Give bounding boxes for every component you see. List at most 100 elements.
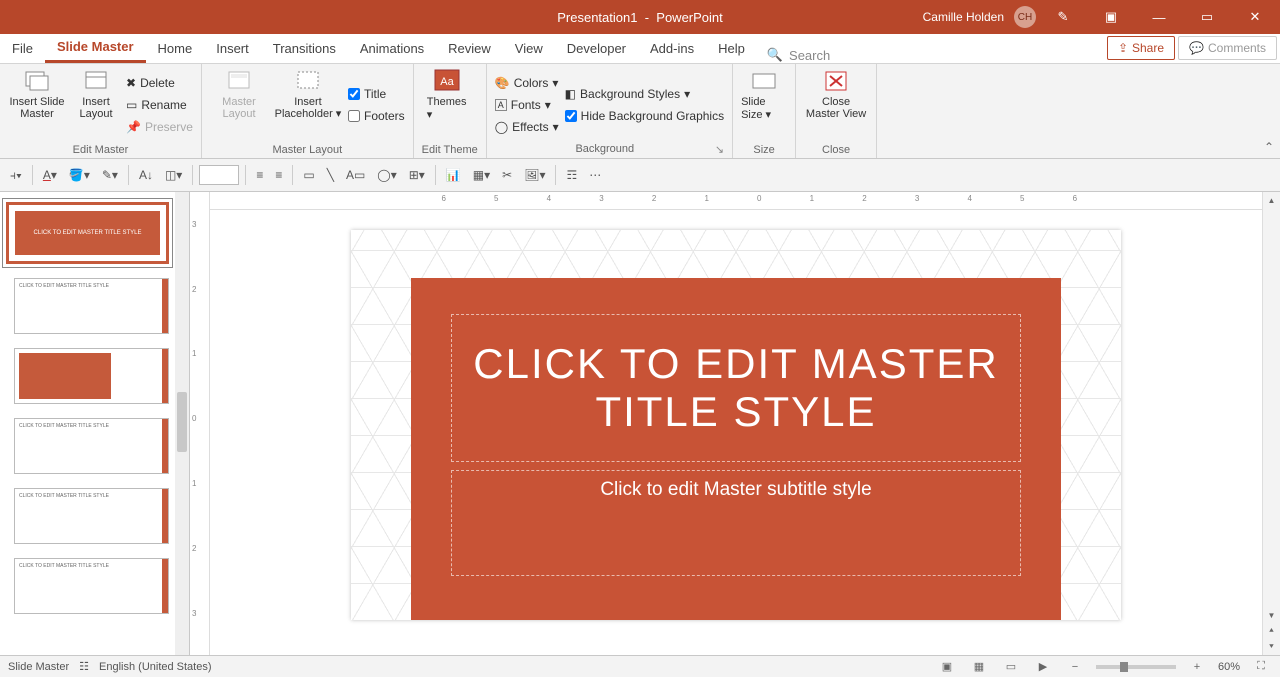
textbox-button[interactable]: A▭ [342,164,369,186]
title-placeholder[interactable]: CLICK TO EDIT MASTER TITLE STYLE [451,314,1021,462]
insert-placeholder-button[interactable]: Insert Placeholder ▾ [274,68,342,142]
arrange-button[interactable]: ◫▾ [161,164,186,186]
tab-insert[interactable]: Insert [204,33,261,63]
tab-file[interactable]: File [0,33,45,63]
delete-button[interactable]: ✖Delete [126,73,193,93]
tab-view[interactable]: View [503,33,555,63]
doc-name: Presentation1 [557,10,637,25]
crop-button[interactable]: ✂ [498,164,516,186]
master-thumbnail[interactable]: CLICK TO EDIT MASTER TITLE STYLE [6,202,169,264]
status-language[interactable]: English (United States) [99,661,212,673]
insert-layout-button[interactable]: Insert Layout [72,68,120,142]
reading-view-icon[interactable]: ▭ [1000,658,1022,676]
preserve-button[interactable]: 📌Preserve [126,117,193,137]
layout-thumbnail-3[interactable]: CLICK TO EDIT MASTER TITLE STYLE [14,418,169,474]
insert-slide-master-icon [23,68,51,94]
slideshow-view-icon[interactable]: ▶ [1032,658,1054,676]
normal-view-icon[interactable]: ▣ [936,658,958,676]
zoom-slider[interactable] [1096,665,1176,669]
master-layout-button[interactable]: Master Layout [210,68,268,142]
insert-slide-master-button[interactable]: Insert Slide Master [8,68,66,142]
collapse-ribbon-icon[interactable]: ⌃ [1264,140,1274,154]
slide-size-button[interactable]: Slide Size ▾ [741,68,787,142]
insert-layout-icon [82,68,110,94]
align-menu[interactable]: ⫞▾ [6,164,26,186]
share-button[interactable]: ⇪ Share [1107,36,1175,60]
tab-developer[interactable]: Developer [555,33,638,63]
user-name[interactable]: Camille Holden [923,10,1004,24]
comments-button[interactable]: 💬 Comments [1178,36,1277,60]
slide-canvas[interactable]: CLICK TO EDIT MASTER TITLE STYLE Click t… [351,230,1121,620]
fonts-button[interactable]: AFonts ▾ [495,95,559,115]
sort-button[interactable]: A↓ [135,164,157,186]
selection-pane-button[interactable]: ☶ [562,164,581,186]
slide-edit-area: 3 2 1 0 1 2 3 6 5 4 3 2 1 0 1 2 3 4 5 6 [190,192,1280,655]
chart-button[interactable]: 📊 [442,164,465,186]
font-size-box[interactable] [199,165,239,185]
tab-transitions[interactable]: Transitions [261,33,348,63]
group-menu[interactable]: ⊞▾ [405,164,429,186]
fill-color-button[interactable]: 🪣▾ [65,164,94,186]
close-master-view-button[interactable]: Close Master View [804,68,868,142]
group-size: Slide Size ▾ Size [733,64,796,158]
vertical-ruler: 3 2 1 0 1 2 3 [190,192,210,655]
background-styles-button[interactable]: ◧Background Styles ▾ [565,84,724,104]
shape-rect-button[interactable]: ▭ [299,164,318,186]
tab-help[interactable]: Help [706,33,757,63]
hide-background-checkbox[interactable]: Hide Background Graphics [565,106,724,126]
preserve-icon: 📌 [126,120,141,134]
user-avatar[interactable]: CH [1014,6,1036,28]
tab-addins[interactable]: Add-ins [638,33,706,63]
scroll-up-icon[interactable]: ▲ [1263,192,1280,208]
shape-line-button[interactable]: ╲ [323,164,338,186]
more-commands-button[interactable]: ⋯ [585,164,605,186]
prev-slide-icon[interactable]: ⯅ [1263,623,1280,639]
draw-mode-icon[interactable]: ✎ [1042,0,1084,34]
display-options-icon[interactable]: ▣ [1090,0,1132,34]
subtitle-placeholder[interactable]: Click to edit Master subtitle style [451,470,1021,576]
layout-thumbnail-2[interactable] [14,348,169,404]
font-color-button[interactable]: A▾ [39,164,61,186]
close-window-button[interactable]: ✕ [1234,0,1276,34]
align-bottom-button[interactable]: ≡ [271,164,286,186]
share-icon: ⇪ [1118,41,1128,55]
zoom-out-button[interactable]: − [1064,658,1086,676]
thumbnail-scrollbar[interactable] [175,192,189,655]
layout-thumbnail-1[interactable]: CLICK TO EDIT MASTER TITLE STYLE [14,278,169,334]
effects-button[interactable]: ◯Effects ▾ [495,117,559,137]
themes-button[interactable]: Aa Themes▾ [422,68,472,142]
vertical-scrollbar[interactable]: ▲ ▼ ⯅ ⯆ [1262,192,1280,655]
background-launcher-icon[interactable]: ↘ [715,143,724,156]
outline-color-button[interactable]: ✎▾ [98,164,122,186]
sorter-view-icon[interactable]: ▦ [968,658,990,676]
tab-slide-master[interactable]: Slide Master [45,33,146,63]
group-label: Close [804,142,868,156]
next-slide-icon[interactable]: ⯆ [1263,639,1280,655]
layout-thumbnail-4[interactable]: CLICK TO EDIT MASTER TITLE STYLE [14,488,169,544]
rename-button[interactable]: ▭Rename [126,95,193,115]
picture-button[interactable]: 🖼▾ [520,164,549,186]
colors-icon: 🎨 [495,76,510,90]
comment-icon: 💬 [1189,41,1204,55]
tab-review[interactable]: Review [436,33,503,63]
layout-thumbnail-5[interactable]: CLICK TO EDIT MASTER TITLE STYLE [14,558,169,614]
align-top-button[interactable]: ≡ [252,164,267,186]
tab-home[interactable]: Home [146,33,205,63]
accessibility-icon[interactable]: ☷ [79,660,89,673]
tab-animations[interactable]: Animations [348,33,436,63]
rename-icon: ▭ [126,98,137,112]
ribbon: Insert Slide Master Insert Layout ✖Delet… [0,64,1280,159]
shape-menu[interactable]: ◯▾ [373,164,400,186]
maximize-button[interactable]: ▭ [1186,0,1228,34]
zoom-in-button[interactable]: + [1186,658,1208,676]
close-icon [822,68,850,94]
footers-checkbox[interactable]: Footers [348,106,405,126]
minimize-button[interactable]: — [1138,0,1180,34]
zoom-level[interactable]: 60% [1218,661,1240,673]
tell-me-search[interactable]: 🔍 Search [757,47,840,63]
colors-button[interactable]: 🎨Colors ▾ [495,73,559,93]
table-button[interactable]: ▦▾ [469,164,494,186]
fit-to-window-icon[interactable]: ⛶ [1250,658,1272,676]
scroll-down-icon[interactable]: ▼ [1263,607,1280,623]
title-checkbox[interactable]: Title [348,84,405,104]
